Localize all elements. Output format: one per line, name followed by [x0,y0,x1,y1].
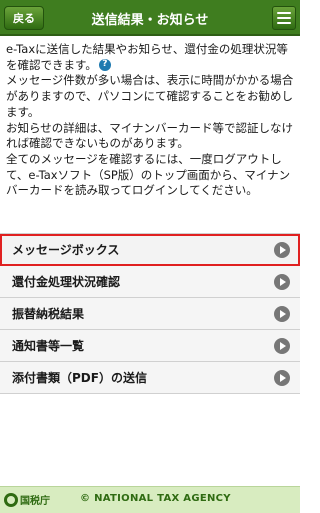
intro-paragraph-1: e-Taxに送信した結果やお知らせ、還付金の処理状況等を確認できます。? [6,42,296,73]
menu-item-label: 還付金処理状況確認 [12,275,121,289]
menu-item-label: 通知書等一覧 [12,339,85,353]
nta-logo: 国税庁 [4,492,50,507]
menu-list: メッセージボックス 還付金処理状況確認 振替納税結果 通知書等一覧 添付書類（P… [0,233,300,394]
chevron-right-icon [274,338,290,354]
menu-item-label: 添付書類（PDF）の送信 [12,371,147,385]
intro-paragraph-2: メッセージ件数が多い場合は、表示に時間がかかる場合がありますので、パソコンにて確… [6,73,294,119]
intro-paragraph-4: 全てのメッセージを確認するには、一度ログアウトして、e-Taxソフト（SP版）の… [6,151,291,198]
logo-text: 国税庁 [20,496,50,507]
intro-text: e-Taxに送信した結果やお知らせ、還付金の処理状況等を確認できます。? メッセ… [6,42,296,199]
page-title: 送信結果・お知らせ [91,12,209,28]
hamburger-icon-line [277,12,291,14]
intro-paragraph-3: お知らせの詳細は、マイナンバーカード等で認証しなければ確認できないものがあります… [6,120,294,151]
menu-item-message-box[interactable]: メッセージボックス [0,234,300,266]
menu-item-refund-status[interactable]: 還付金処理状況確認 [0,266,300,298]
menu-item-notice-list[interactable]: 通知書等一覧 [0,330,300,362]
copyright-text: © NATIONAL TAX AGENCY [80,493,231,504]
chevron-right-icon [274,370,290,386]
menu-item-transfer-tax-result[interactable]: 振替納税結果 [0,298,300,330]
back-button[interactable]: 戻る [4,6,44,30]
intro-text-1: e-Taxに送信した結果やお知らせ、還付金の処理状況等を確認できます。 [6,42,288,72]
hamburger-icon-line [277,17,291,19]
chevron-right-icon [274,274,290,290]
help-icon[interactable]: ? [98,59,111,72]
footer: 国税庁 © NATIONAL TAX AGENCY [0,486,300,513]
menu-item-pdf-attachment[interactable]: 添付書類（PDF）の送信 [0,362,300,394]
nta-emblem-icon [4,492,18,507]
chevron-right-icon [274,306,290,322]
menu-item-label: メッセージボックス [12,243,120,257]
chevron-right-icon [274,242,290,258]
hamburger-icon-line [277,22,291,24]
app-header: 戻る 送信結果・お知らせ [0,0,300,36]
menu-item-label: 振替納税結果 [12,307,85,321]
hamburger-menu-button[interactable] [272,6,296,30]
